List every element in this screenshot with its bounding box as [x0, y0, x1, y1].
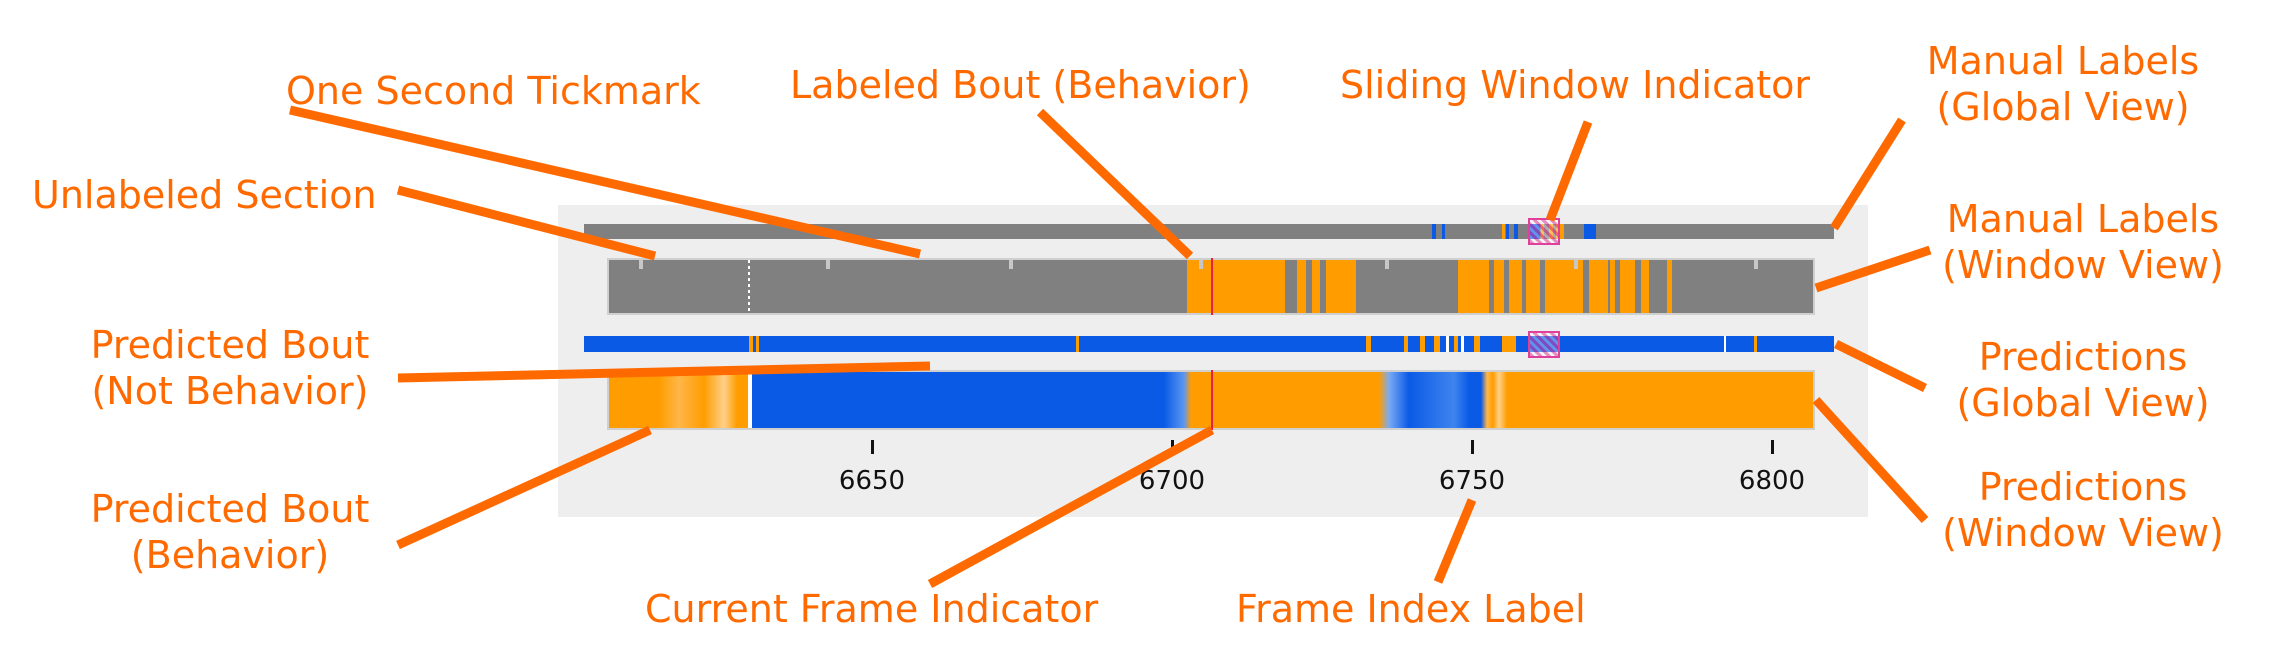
callout-pred-window: Predictions (Window View)	[1918, 464, 2248, 556]
callout-unlabeled-section: Unlabeled Section	[32, 173, 377, 217]
callout-manual-global-line1: Manual Labels	[1926, 39, 2200, 83]
callout-pred-not-behavior: Predicted Bout (Not Behavior)	[60, 322, 400, 414]
callout-frame-index: Frame Index Label	[1236, 587, 1586, 631]
callout-manual-global: Manual Labels (Global View)	[1898, 38, 2228, 130]
callout-pred-not-behavior-line2: (Not Behavior)	[91, 369, 369, 413]
leader-manual-global	[1830, 117, 1906, 231]
callout-one-second-tickmark: One Second Tickmark	[286, 69, 701, 113]
callout-sliding-window: Sliding Window Indicator	[1340, 63, 1811, 107]
callout-manual-window-line1: Manual Labels	[1946, 197, 2220, 241]
callout-pred-window-line1: Predictions	[1978, 465, 2188, 509]
leader-unlabeled-section	[396, 185, 657, 261]
callout-labeled-bout: Labeled Bout (Behavior)	[790, 63, 1251, 107]
leader-one-second-tickmark	[288, 105, 922, 259]
callout-pred-not-behavior-line1: Predicted Bout	[90, 323, 370, 367]
leader-sliding-window	[1545, 120, 1593, 222]
leader-pred-global	[1834, 339, 1927, 393]
callout-pred-behavior: Predicted Bout (Behavior)	[60, 486, 400, 578]
callout-current-frame: Current Frame Indicator	[645, 587, 1099, 631]
leader-frame-index	[1433, 498, 1477, 584]
leader-pred-not-behavior	[397, 361, 931, 383]
callout-pred-global: Predictions (Global View)	[1918, 334, 2248, 426]
callout-manual-window-line2: (Window View)	[1942, 243, 2224, 287]
callout-manual-window: Manual Labels (Window View)	[1918, 196, 2248, 288]
leader-manual-window	[1814, 245, 1932, 293]
callout-pred-global-line1: Predictions	[1978, 335, 2188, 379]
leader-labeled-bout	[1036, 108, 1194, 260]
callout-pred-behavior-line2: (Behavior)	[130, 533, 330, 577]
leader-pred-behavior	[396, 425, 652, 550]
callout-pred-behavior-line1: Predicted Bout	[90, 487, 370, 531]
callout-manual-global-line2: (Global View)	[1936, 85, 2190, 129]
callout-pred-window-line2: (Window View)	[1942, 511, 2224, 555]
callout-pred-global-line2: (Global View)	[1956, 381, 2210, 425]
leader-pred-window	[1812, 396, 1929, 524]
leader-current-frame	[927, 426, 1215, 588]
